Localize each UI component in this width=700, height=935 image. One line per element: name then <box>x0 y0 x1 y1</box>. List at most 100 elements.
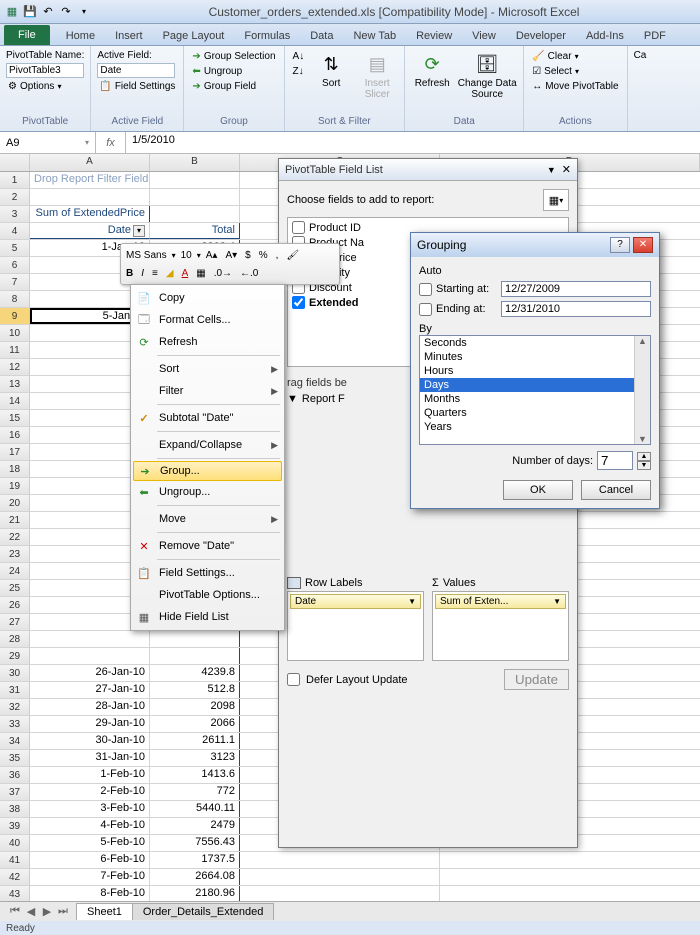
italic-icon[interactable]: I <box>138 268 147 279</box>
row-header[interactable]: 25 <box>0 580 30 596</box>
cell[interactable]: 4239.8 <box>150 665 240 681</box>
days-spinner[interactable]: ▲▼ <box>637 452 651 470</box>
ending-at-checkbox[interactable] <box>419 303 432 316</box>
ctx-copy[interactable]: 📄Copy <box>131 287 284 309</box>
tab-nav-next-icon[interactable]: ▶ <box>40 905 54 918</box>
field-list-header[interactable]: PivotTable Field List ▼ ✕ <box>279 159 577 181</box>
cell[interactable]: 5-Feb-10 <box>30 835 150 851</box>
tab-formulas[interactable]: Formulas <box>234 27 300 45</box>
cell[interactable]: 31-Jan-10 <box>30 750 150 766</box>
row-header[interactable]: 7 <box>0 274 30 290</box>
dialog-titlebar[interactable]: Grouping ? ✕ <box>411 233 659 257</box>
grow-font-icon[interactable]: A▴ <box>203 250 221 261</box>
tab-new-tab[interactable]: New Tab <box>343 27 406 45</box>
row-header[interactable]: 6 <box>0 257 30 273</box>
row-header[interactable]: 26 <box>0 597 30 613</box>
cell[interactable] <box>30 631 150 647</box>
cell[interactable]: 2-Feb-10 <box>30 784 150 800</box>
tab-page-layout[interactable]: Page Layout <box>153 27 235 45</box>
shrink-font-icon[interactable]: A▾ <box>222 250 240 261</box>
borders-icon[interactable]: ▦ <box>193 268 208 279</box>
row-header[interactable]: 43 <box>0 886 30 902</box>
select-all-corner[interactable] <box>0 154 30 171</box>
font-color-icon[interactable]: A <box>179 268 192 279</box>
cell[interactable]: 5440.11 <box>150 801 240 817</box>
currency-icon[interactable]: $ <box>242 250 254 261</box>
by-listbox[interactable]: SecondsMinutesHoursDaysMonthsQuartersYea… <box>419 335 651 445</box>
cell[interactable]: 1-Feb-10 <box>30 767 150 783</box>
cell[interactable]: 3123 <box>150 750 240 766</box>
scroll-down-icon[interactable]: ▼ <box>638 434 647 444</box>
cell[interactable]: 2098 <box>150 699 240 715</box>
sheet-tab-other[interactable]: Order_Details_Extended <box>132 903 274 920</box>
cell[interactable]: 2180.96 <box>150 886 240 902</box>
cell[interactable]: Sum of ExtendedPrice <box>30 206 150 222</box>
sort-button[interactable]: ⇅Sort <box>310 50 352 114</box>
tab-view[interactable]: View <box>462 27 506 45</box>
row-header[interactable]: 30 <box>0 665 30 681</box>
sheet-tab-active[interactable]: Sheet1 <box>76 903 133 920</box>
tab-nav-prev-icon[interactable]: ◀ <box>24 905 38 918</box>
field-checkbox[interactable] <box>292 221 305 234</box>
starting-at-checkbox[interactable] <box>419 283 432 296</box>
formula-bar[interactable]: 1/5/2010 <box>126 132 700 153</box>
tab-developer[interactable]: Developer <box>506 27 576 45</box>
row-header[interactable]: 14 <box>0 393 30 409</box>
field-checkbox[interactable] <box>292 296 305 309</box>
row-header[interactable]: 20 <box>0 495 30 511</box>
row-header[interactable]: 41 <box>0 852 30 868</box>
row-header[interactable]: 24 <box>0 563 30 579</box>
cell[interactable]: 8-Feb-10 <box>30 886 150 902</box>
row-header[interactable]: 29 <box>0 648 30 664</box>
layout-button[interactable]: ▦▾ <box>543 189 569 211</box>
cell[interactable]: 2664.08 <box>150 869 240 885</box>
filter-dropdown-icon[interactable]: ▾ <box>133 225 145 237</box>
row-header[interactable]: 34 <box>0 733 30 749</box>
ctx-subtotal[interactable]: ✓Subtotal "Date" <box>131 407 284 429</box>
mini-font-name[interactable]: MS Sans <box>123 250 170 261</box>
sort-asc-button[interactable]: A↓ <box>291 50 307 63</box>
row-header[interactable]: 21 <box>0 512 30 528</box>
fx-icon[interactable]: fx <box>96 132 126 153</box>
field-settings-button[interactable]: 📋Field Settings <box>97 80 177 93</box>
decimal-dec-icon[interactable]: ←.0 <box>237 268 261 279</box>
cell[interactable] <box>30 189 150 205</box>
tab-review[interactable]: Review <box>406 27 462 45</box>
scroll-up-icon[interactable]: ▲ <box>638 336 647 346</box>
pivottable-name-input[interactable] <box>6 63 84 78</box>
number-of-days-input[interactable] <box>597 451 633 470</box>
bold-icon[interactable]: B <box>123 268 136 279</box>
col-header-b[interactable]: B <box>150 154 240 171</box>
group-field-button[interactable]: ➔Group Field <box>190 80 277 93</box>
row-header[interactable]: 36 <box>0 767 30 783</box>
row-header[interactable]: 8 <box>0 291 30 307</box>
cell[interactable]: 6-Feb-10 <box>30 852 150 868</box>
decimal-inc-icon[interactable]: .0→ <box>211 268 235 279</box>
close-button[interactable]: ✕ <box>633 237 653 253</box>
row-header[interactable]: 40 <box>0 835 30 851</box>
row-header[interactable]: 12 <box>0 359 30 375</box>
by-option[interactable]: Quarters <box>420 406 650 420</box>
tab-nav-first-icon[interactable]: ⏮ <box>8 905 22 918</box>
cell[interactable] <box>150 172 240 188</box>
cell[interactable] <box>150 648 240 664</box>
ctx-sort[interactable]: Sort▶ <box>131 358 284 380</box>
cell[interactable]: 28-Jan-10 <box>30 699 150 715</box>
row-header[interactable]: 28 <box>0 631 30 647</box>
row-header[interactable]: 16 <box>0 427 30 443</box>
by-option[interactable]: Minutes <box>420 350 650 364</box>
namebox-dropdown-icon[interactable]: ▾ <box>85 138 89 147</box>
ending-at-input[interactable] <box>501 301 651 317</box>
redo-icon[interactable]: ↷ <box>58 4 74 20</box>
tab-data[interactable]: Data <box>300 27 343 45</box>
cell[interactable]: 1413.6 <box>150 767 240 783</box>
spin-down-icon[interactable]: ▼ <box>637 461 651 470</box>
cell[interactable]: 4-Feb-10 <box>30 818 150 834</box>
row-header[interactable]: 15 <box>0 410 30 426</box>
values-dropzone[interactable]: Sum of Exten...▼ <box>432 591 569 661</box>
cell[interactable]: Drop Report Filter Fields Here <box>30 172 150 188</box>
cell[interactable]: 2611.1 <box>150 733 240 749</box>
cell[interactable]: 512.8 <box>150 682 240 698</box>
ok-button[interactable]: OK <box>503 480 573 500</box>
help-button[interactable]: ? <box>610 237 630 253</box>
